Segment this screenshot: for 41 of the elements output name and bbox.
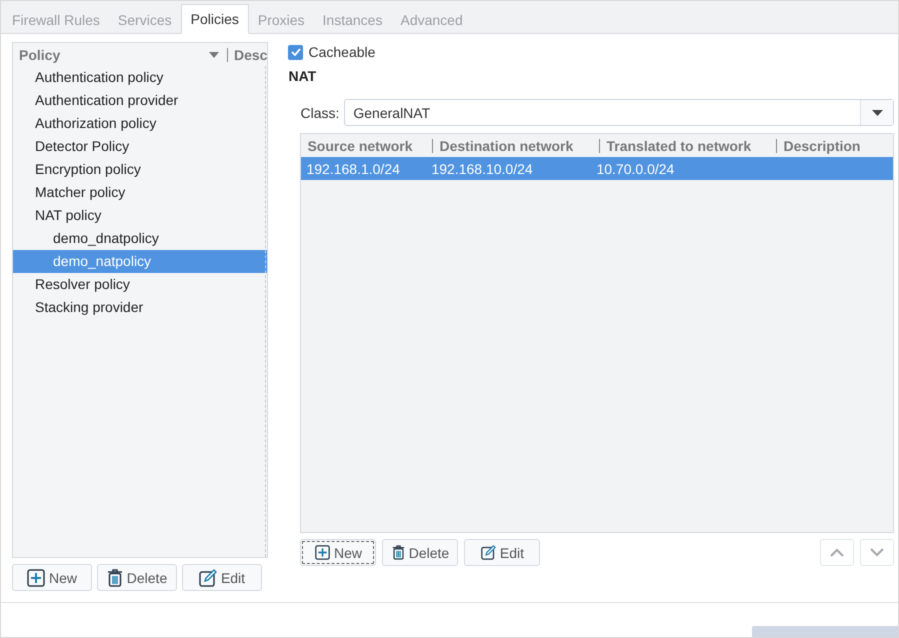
tree-item[interactable]: Stacking provider [13,296,268,319]
edit-button[interactable]: Edit [464,539,540,566]
column-header[interactable]: Desc [234,46,268,62]
pencil-icon [198,568,217,586]
edit-button[interactable]: Edit [182,564,262,591]
class-dropdown[interactable]: GeneralNAT [344,99,894,126]
tree-item[interactable]: Matcher policy [13,181,268,204]
tree-item[interactable]: Detector Policy [13,135,268,158]
table-cell-text: 192.168.10.0/24 [431,160,534,176]
class-label: Class: [300,104,340,120]
trash-icon [392,545,405,560]
checkmark-icon [290,48,301,56]
table-cell-text: 192.168.1.0/24 [306,160,401,176]
chevron-down-icon [870,548,884,557]
cacheable-checkbox[interactable]: Cacheable [288,42,376,62]
column-header[interactable]: Source network [307,138,432,154]
delete-button[interactable]: Delete [97,564,177,591]
new-button[interactable]: New [12,564,92,591]
delete-button[interactable]: Delete [382,539,458,566]
plus-icon [26,568,45,586]
plus-icon [314,545,330,560]
dropdown-arrow-icon [872,110,883,116]
tree-item[interactable]: Authentication policy [13,66,268,89]
tree-item[interactable]: NAT policy [13,204,268,227]
sort-arrow-icon [209,52,219,58]
column-header[interactable]: Destination network [439,138,600,154]
column-header[interactable]: Policy [19,46,209,62]
chevron-up-icon [830,548,844,557]
pencil-icon [480,545,496,560]
column-header[interactable]: Translated to network [606,138,776,154]
new-button[interactable]: New [300,539,376,566]
tree-item[interactable]: Resolver policy [13,273,268,296]
tab[interactable]: Policies [180,4,249,34]
tree-item[interactable]: demo_dnatpolicy [13,227,268,250]
section-title: NAT [288,68,316,86]
column-header[interactable]: Description [783,138,894,154]
tree-item[interactable]: Encryption policy [13,158,268,181]
table-cell-text: 10.70.0.0/24 [596,160,676,176]
tree-item[interactable]: Authorization policy [13,112,268,135]
trash-icon [106,568,123,586]
tree-item[interactable]: Authentication provider [13,89,268,112]
